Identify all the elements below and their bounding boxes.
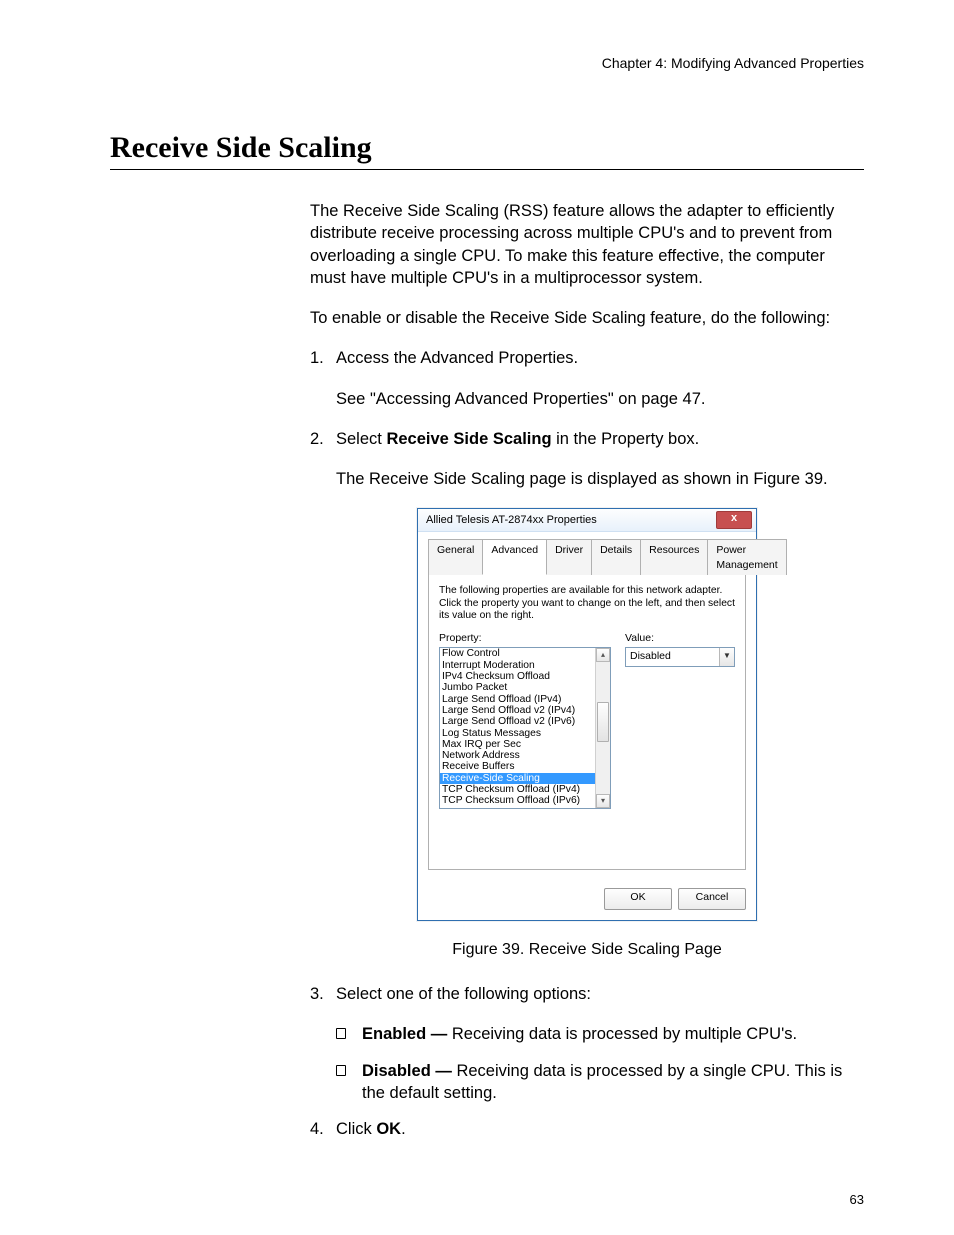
step-4: 4. Click OK. — [310, 1118, 864, 1140]
lead-paragraph: To enable or disable the Receive Side Sc… — [310, 307, 864, 329]
property-list-item[interactable]: TCP Checksum Offload (IPv4) — [440, 784, 596, 795]
property-list-item[interactable]: Interrupt Moderation — [440, 660, 596, 671]
dialog-tabs: General Advanced Driver Details Resource… — [428, 538, 746, 574]
property-list-item[interactable]: TCP Checksum Offload (IPv6) — [440, 795, 596, 806]
step-3-number: 3. — [310, 983, 336, 1005]
property-list-item[interactable]: Jumbo Packet — [440, 682, 596, 693]
figure-39: Allied Telesis AT-2874xx Properties x Ge… — [310, 508, 864, 961]
step-2-line-2: The Receive Side Scaling page is display… — [336, 468, 864, 490]
chevron-down-icon[interactable]: ▼ — [719, 648, 734, 666]
chapter-header: Chapter 4: Modifying Advanced Properties — [110, 55, 864, 71]
property-list-item[interactable]: Network Address — [440, 750, 596, 761]
property-label: Property: — [439, 631, 611, 645]
tab-advanced[interactable]: Advanced — [482, 539, 547, 574]
body-column: The Receive Side Scaling (RSS) feature a… — [310, 200, 864, 1140]
scroll-up-icon[interactable]: ▴ — [596, 648, 610, 662]
checkbox-icon — [336, 1028, 346, 1039]
property-list-item[interactable]: IPv4 Checksum Offload — [440, 671, 596, 682]
step-3-line-1: Select one of the following options: — [336, 983, 864, 1005]
step-2-number: 2. — [310, 428, 336, 491]
step-4-line-1: Click OK. — [336, 1118, 864, 1140]
property-list-item[interactable]: Flow Control — [440, 648, 596, 659]
page-number: 63 — [850, 1192, 864, 1207]
property-list-item[interactable]: Max IRQ per Sec — [440, 739, 596, 750]
dialog-titlebar[interactable]: Allied Telesis AT-2874xx Properties x — [418, 509, 756, 532]
listbox-scrollbar[interactable]: ▴ ▾ — [595, 648, 610, 808]
close-icon[interactable]: x — [716, 511, 752, 529]
property-list-item[interactable]: Log Status Messages — [440, 728, 596, 739]
ok-button[interactable]: OK — [604, 888, 672, 910]
panel-description: The following properties are available f… — [439, 585, 735, 624]
checkbox-icon — [336, 1065, 346, 1076]
property-list-item[interactable]: Large Send Offload v2 (IPv4) — [440, 705, 596, 716]
step-3-option-disabled: Disabled — Receiving data is processed b… — [336, 1060, 864, 1105]
figure-caption: Figure 39. Receive Side Scaling Page — [310, 939, 864, 961]
tab-details[interactable]: Details — [591, 539, 641, 574]
dialog-title: Allied Telesis AT-2874xx Properties — [426, 513, 597, 528]
property-list-item[interactable]: Receive Buffers — [440, 761, 596, 772]
step-1-line-1: Access the Advanced Properties. — [336, 347, 864, 369]
tab-general[interactable]: General — [428, 539, 483, 574]
tab-power-management[interactable]: Power Management — [707, 539, 786, 574]
scroll-down-icon[interactable]: ▾ — [596, 794, 610, 808]
value-dropdown[interactable]: Disabled ▼ — [625, 647, 735, 667]
step-1-line-2: See "Accessing Advanced Properties" on p… — [336, 388, 864, 410]
scroll-thumb[interactable] — [597, 702, 609, 742]
step-4-number: 4. — [310, 1118, 336, 1140]
property-list-item[interactable]: Large Send Offload (IPv4) — [440, 694, 596, 705]
step-1: 1. Access the Advanced Properties. See "… — [310, 347, 864, 410]
value-dropdown-text: Disabled — [626, 648, 719, 666]
tab-resources[interactable]: Resources — [640, 539, 708, 574]
step-1-number: 1. — [310, 347, 336, 410]
page: Chapter 4: Modifying Advanced Properties… — [0, 0, 954, 1235]
properties-dialog: Allied Telesis AT-2874xx Properties x Ge… — [417, 508, 757, 921]
tab-panel-advanced: The following properties are available f… — [428, 575, 746, 871]
tab-driver[interactable]: Driver — [546, 539, 592, 574]
cancel-button[interactable]: Cancel — [678, 888, 746, 910]
property-list-item[interactable]: Receive-Side Scaling — [440, 773, 596, 784]
step-3: 3. Select one of the following options: — [310, 983, 864, 1005]
step-2-line-1: Select Receive Side Scaling in the Prope… — [336, 428, 864, 450]
value-label: Value: — [625, 631, 735, 645]
step-2: 2. Select Receive Side Scaling in the Pr… — [310, 428, 864, 491]
property-list-item[interactable]: Large Send Offload v2 (IPv6) — [440, 716, 596, 727]
property-listbox[interactable]: Flow ControlInterrupt ModerationIPv4 Che… — [439, 647, 611, 809]
step-3-option-enabled: Enabled — Receiving data is processed by… — [336, 1023, 864, 1045]
section-title: Receive Side Scaling — [110, 131, 864, 170]
intro-paragraph: The Receive Side Scaling (RSS) feature a… — [310, 200, 864, 289]
